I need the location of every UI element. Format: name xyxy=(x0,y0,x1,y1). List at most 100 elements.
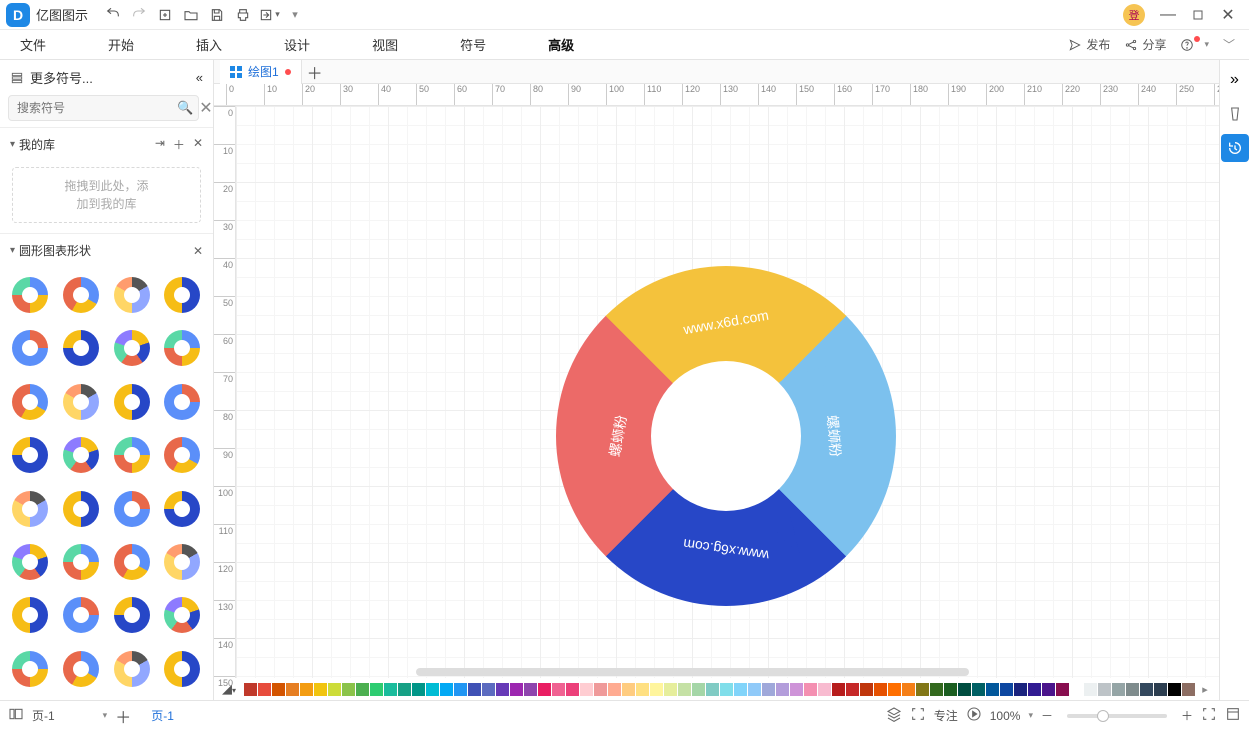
shape-thumb[interactable] xyxy=(160,273,204,317)
new-doc-tab[interactable]: ＋ xyxy=(302,60,328,84)
zoom-dropdown-icon[interactable]: ▾ xyxy=(1028,710,1033,721)
shape-thumb[interactable] xyxy=(59,647,103,691)
history-icon[interactable] xyxy=(1221,134,1249,162)
shape-thumb[interactable] xyxy=(8,647,52,691)
quick-access-more[interactable]: ▾ xyxy=(282,2,308,28)
menu-view[interactable]: 视图 xyxy=(366,31,404,58)
color-swatch[interactable] xyxy=(552,683,565,696)
shape-thumb[interactable] xyxy=(59,540,103,584)
zoom-value[interactable]: 100% xyxy=(990,709,1021,723)
shape-thumb[interactable] xyxy=(8,433,52,477)
color-swatch[interactable] xyxy=(412,683,425,696)
color-swatch[interactable] xyxy=(538,683,551,696)
color-swatch[interactable] xyxy=(468,683,481,696)
collapse-ribbon[interactable]: ﹀ xyxy=(1223,36,1235,53)
color-swatch[interactable] xyxy=(510,683,523,696)
section-mylib-header[interactable]: ▾ 我的库 ⇥ ＋ ✕ xyxy=(0,127,213,161)
redo-button[interactable] xyxy=(126,2,152,28)
mylib-add-icon[interactable]: ＋ xyxy=(173,136,185,153)
publish-button[interactable]: 发布 xyxy=(1068,36,1110,53)
color-swatch[interactable] xyxy=(398,683,411,696)
color-more[interactable]: ▸ xyxy=(1195,683,1215,696)
sidebar-collapse-icon[interactable]: « xyxy=(196,70,203,85)
color-swatch[interactable] xyxy=(706,683,719,696)
color-swatch[interactable] xyxy=(790,683,803,696)
zoom-slider[interactable] xyxy=(1067,714,1167,718)
presentation-icon[interactable] xyxy=(966,706,982,725)
canvas[interactable]: www.x6d.com 螺蛳粉 www.x6g.com 螺蛳粉 xyxy=(236,106,1219,678)
color-swatch[interactable] xyxy=(902,683,915,696)
shape-thumb[interactable] xyxy=(110,593,154,637)
color-swatch[interactable] xyxy=(720,683,733,696)
color-swatch[interactable] xyxy=(1140,683,1153,696)
section-shapes-header[interactable]: ▾ 圆形图表形状 ✕ xyxy=(0,233,213,267)
shape-thumb[interactable] xyxy=(110,647,154,691)
color-swatch[interactable] xyxy=(776,683,789,696)
color-swatch[interactable] xyxy=(370,683,383,696)
zoom-in-button[interactable]: ＋ xyxy=(1181,707,1193,724)
color-swatch[interactable] xyxy=(384,683,397,696)
shape-thumb[interactable] xyxy=(160,487,204,531)
color-swatch[interactable] xyxy=(664,683,677,696)
pages-panel-icon[interactable] xyxy=(8,706,24,725)
search-input[interactable] xyxy=(8,95,199,121)
color-swatch[interactable] xyxy=(832,683,845,696)
zoom-out-button[interactable]: － xyxy=(1041,707,1053,724)
shape-thumb[interactable] xyxy=(8,326,52,370)
color-swatch[interactable] xyxy=(1168,683,1181,696)
window-minimize[interactable]: ― xyxy=(1153,2,1183,28)
help-button[interactable]: ▾ xyxy=(1180,38,1209,52)
color-swatch[interactable] xyxy=(594,683,607,696)
new-page-button[interactable] xyxy=(152,2,178,28)
color-swatch[interactable] xyxy=(272,683,285,696)
search-icon[interactable]: 🔍 xyxy=(177,100,193,116)
menu-file[interactable]: 文件 xyxy=(14,31,52,58)
color-swatch[interactable] xyxy=(1182,683,1195,696)
shape-thumb[interactable] xyxy=(160,380,204,424)
focus-label[interactable]: 专注 xyxy=(934,707,958,724)
shape-thumb[interactable] xyxy=(59,593,103,637)
color-swatch[interactable] xyxy=(244,683,257,696)
page-dropdown-icon[interactable]: ▾ xyxy=(103,710,108,721)
menu-start[interactable]: 开始 xyxy=(102,31,140,58)
menu-insert[interactable]: 插入 xyxy=(190,31,228,58)
color-swatch[interactable] xyxy=(888,683,901,696)
color-swatch[interactable] xyxy=(1098,683,1111,696)
shape-thumb[interactable] xyxy=(59,380,103,424)
format-painter-icon[interactable] xyxy=(1221,100,1249,128)
color-swatch[interactable] xyxy=(1056,683,1069,696)
page-label[interactable]: 页-1 xyxy=(32,707,55,724)
color-swatch[interactable] xyxy=(328,683,341,696)
color-swatch[interactable] xyxy=(734,683,747,696)
mylib-close-icon[interactable]: ✕ xyxy=(193,136,203,153)
doc-tab-active[interactable]: 绘图1 xyxy=(220,60,302,84)
print-button[interactable] xyxy=(230,2,256,28)
color-swatch[interactable] xyxy=(692,683,705,696)
fullscreen-icon[interactable] xyxy=(1225,706,1241,725)
window-close[interactable]: ✕ xyxy=(1213,2,1243,28)
color-swatch[interactable] xyxy=(286,683,299,696)
mylib-dropzone[interactable]: 拖拽到此处，添 加到我的库 xyxy=(12,167,201,223)
color-swatch[interactable] xyxy=(300,683,313,696)
shape-thumb[interactable] xyxy=(59,433,103,477)
color-swatch[interactable] xyxy=(1112,683,1125,696)
color-swatch[interactable] xyxy=(1126,683,1139,696)
sidebar-header[interactable]: 更多符号... « xyxy=(0,60,213,95)
color-swatch[interactable] xyxy=(622,683,635,696)
color-swatch[interactable] xyxy=(678,683,691,696)
color-swatch[interactable] xyxy=(930,683,943,696)
right-rail-collapse[interactable]: » xyxy=(1221,66,1249,94)
color-swatch[interactable] xyxy=(356,683,369,696)
color-swatch[interactable] xyxy=(986,683,999,696)
shape-thumb[interactable] xyxy=(8,380,52,424)
color-swatch[interactable] xyxy=(1154,683,1167,696)
export-button[interactable]: ▾ xyxy=(256,2,282,28)
color-swatch[interactable] xyxy=(608,683,621,696)
shape-thumb[interactable] xyxy=(8,273,52,317)
color-swatch[interactable] xyxy=(454,683,467,696)
shape-thumb[interactable] xyxy=(59,487,103,531)
shape-thumb[interactable] xyxy=(160,593,204,637)
color-swatch[interactable] xyxy=(1028,683,1041,696)
color-swatch[interactable] xyxy=(258,683,271,696)
color-swatch[interactable] xyxy=(1000,683,1013,696)
